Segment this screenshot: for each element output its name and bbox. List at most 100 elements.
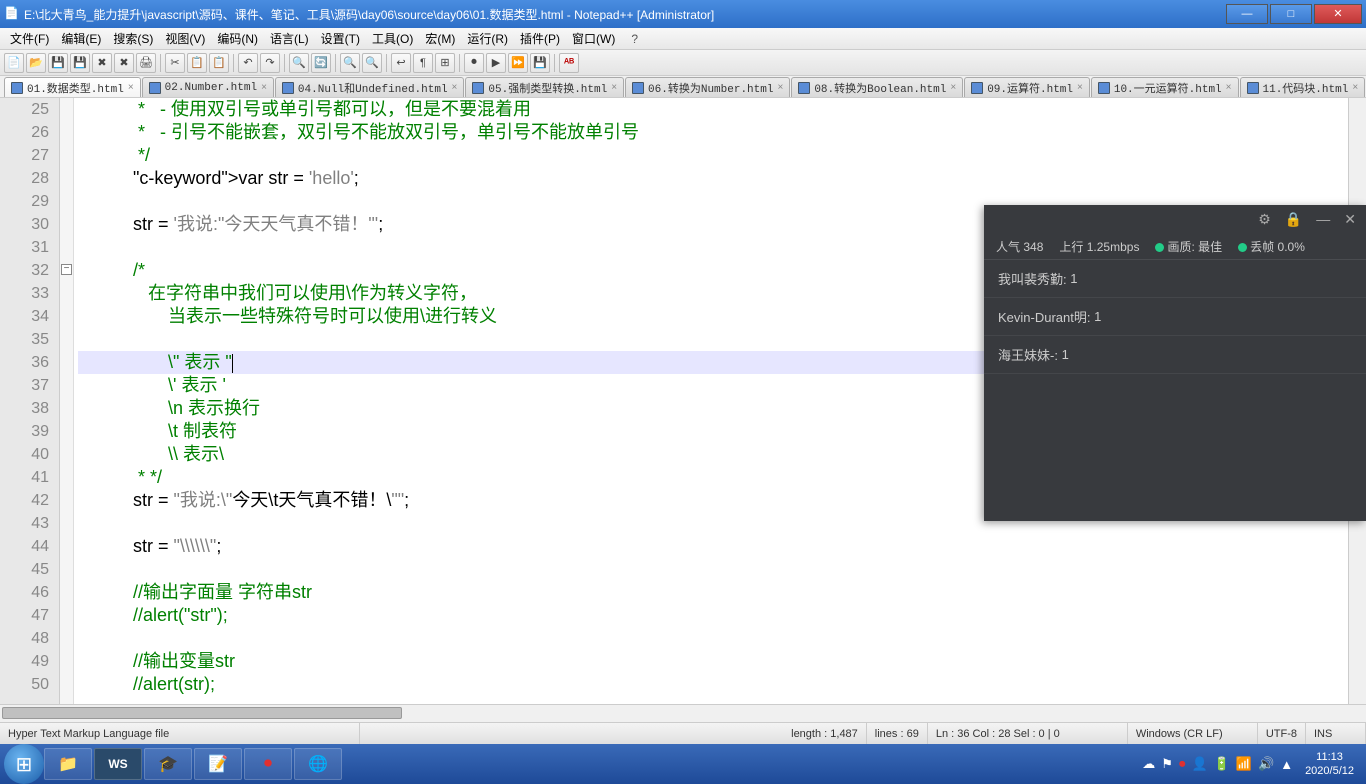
menu-item[interactable]: 编辑(E) [55,30,107,47]
close-all-icon[interactable]: ✖ [114,53,134,73]
taskbar-webstorm-icon[interactable]: WS [94,748,142,780]
replace-icon[interactable]: 🔄 [311,53,331,73]
maximize-button[interactable]: □ [1270,4,1312,24]
tab-close-icon[interactable]: × [1226,82,1232,93]
menu-help[interactable]: ? [625,32,644,46]
file-tab[interactable]: 01.数据类型.html× [4,77,141,97]
code-line[interactable]: str = "\\\\\\"; [78,535,1348,558]
horizontal-scrollbar[interactable] [0,704,1366,722]
tray-record-icon[interactable]: ⏺ [1179,756,1186,772]
taskbar-app-icon[interactable]: 🎓 [144,748,192,780]
file-tab[interactable]: 06.转换为Number.html× [625,77,790,97]
close-icon[interactable]: ✕ [1344,211,1356,228]
tab-close-icon[interactable]: × [1077,82,1083,93]
menu-item[interactable]: 搜索(S) [107,30,159,47]
taskbar-notepadpp-icon[interactable]: 📝 [194,748,242,780]
user-value: 1 [1094,309,1101,324]
close-file-icon[interactable]: ✖ [92,53,112,73]
undo-icon[interactable]: ↶ [238,53,258,73]
open-file-icon[interactable]: 📂 [26,53,46,73]
minimize-icon[interactable]: — [1316,211,1330,227]
word-wrap-icon[interactable]: ↩ [391,53,411,73]
zoom-out-icon[interactable]: 🔍 [362,53,382,73]
menu-item[interactable]: 工具(O) [366,30,419,47]
stat-quality: 画质: 最佳 [1155,238,1222,255]
tab-close-icon[interactable]: × [452,82,458,93]
tray-network-icon[interactable]: 📶 [1236,756,1252,772]
print-icon[interactable]: 🖨 [136,53,156,73]
menu-item[interactable]: 编码(N) [211,30,264,47]
code-line[interactable]: */ [78,144,1348,167]
find-icon[interactable]: 🔍 [289,53,309,73]
fold-toggle-icon[interactable]: − [61,264,72,275]
redo-icon[interactable]: ↷ [260,53,280,73]
macro-play-icon[interactable]: ▶ [486,53,506,73]
paste-icon[interactable]: 📋 [209,53,229,73]
scrollbar-thumb[interactable] [2,707,402,719]
tab-close-icon[interactable]: × [950,82,956,93]
tray-more-icon[interactable]: ▲ [1280,757,1293,772]
code-line[interactable]: //alert(str); [78,673,1348,696]
start-button[interactable]: ⊞ [4,744,44,784]
code-line[interactable]: * - 引号不能嵌套，双引号不能放双引号，单引号不能放单引号 [78,121,1348,144]
tray-user-icon[interactable]: 👤 [1191,756,1207,772]
file-tab[interactable]: 04.Null和Undefined.html× [275,77,464,97]
menu-item[interactable]: 窗口(W) [566,30,621,47]
file-tab[interactable]: 10.一元运算符.html× [1091,77,1239,97]
zoom-in-icon[interactable]: 🔍 [340,53,360,73]
taskbar-record-icon[interactable]: ⏺ [244,748,292,780]
overlay-user-item[interactable]: 我叫裴秀勤: 1 [984,260,1366,298]
file-tab[interactable]: 08.转换为Boolean.html× [791,77,963,97]
show-symbols-icon[interactable]: ¶ [413,53,433,73]
tray-cloud-icon[interactable]: ☁ [1142,756,1155,772]
clock[interactable]: 11:13 2020/5/12 [1305,750,1354,778]
menu-item[interactable]: 宏(M) [419,30,461,47]
code-line[interactable] [78,627,1348,650]
macro-multi-icon[interactable]: ⏩ [508,53,528,73]
tab-close-icon[interactable]: × [261,82,267,93]
menu-item[interactable]: 插件(P) [514,30,566,47]
file-tab[interactable]: 05.强制类型转换.html× [465,77,624,97]
indent-guide-icon[interactable]: ⊞ [435,53,455,73]
file-tab[interactable]: 09.运算符.html× [964,77,1090,97]
menu-item[interactable]: 设置(T) [315,30,366,47]
tray-volume-icon[interactable]: 🔊 [1258,756,1274,772]
code-line[interactable]: //alert("str"); [78,604,1348,627]
close-button[interactable]: ✕ [1314,4,1362,24]
file-tab[interactable]: 11.代码块.html× [1240,77,1366,97]
tab-close-icon[interactable]: × [611,82,617,93]
save-icon[interactable]: 💾 [48,53,68,73]
stat-drop: 丢帧 0.0% [1238,238,1305,255]
new-file-icon[interactable]: 📄 [4,53,24,73]
code-line[interactable]: * - 使用双引号或单引号都可以，但是不要混着用 [78,98,1348,121]
code-line[interactable] [78,558,1348,581]
code-line[interactable]: //输出变量str [78,650,1348,673]
code-line[interactable]: "c-keyword">var str = 'hello'; [78,167,1348,190]
cut-icon[interactable]: ✂ [165,53,185,73]
taskbar-explorer-icon[interactable]: 📁 [44,748,92,780]
macro-save-icon[interactable]: 💾 [530,53,550,73]
gear-icon[interactable]: ⚙ [1258,211,1271,228]
file-tab[interactable]: 02.Number.html× [142,77,274,97]
tray-battery-icon[interactable]: 🔋 [1214,756,1230,772]
code-line[interactable]: //输出字面量 字符串str [78,581,1348,604]
macro-record-icon[interactable]: ⏺ [464,53,484,73]
save-all-icon[interactable]: 💾 [70,53,90,73]
menu-item[interactable]: 语言(L) [264,30,315,47]
minimize-button[interactable]: — [1226,4,1268,24]
lock-icon[interactable]: 🔒 [1285,211,1302,228]
menu-item[interactable]: 视图(V) [159,30,211,47]
menu-item[interactable]: 运行(R) [461,30,514,47]
overlay-user-item[interactable]: Kevin-Durant明: 1 [984,298,1366,336]
menu-item[interactable]: 文件(F) [4,30,55,47]
tab-close-icon[interactable]: × [128,82,134,93]
taskbar-edge-icon[interactable]: 🌐 [294,748,342,780]
tray-flag-icon[interactable]: ⚑ [1161,756,1173,772]
fold-column[interactable]: − [60,98,74,704]
copy-icon[interactable]: 📋 [187,53,207,73]
overlay-user-item[interactable]: 海王妹妹-: 1 [984,336,1366,374]
spell-check-icon[interactable]: ᴬᴮ [559,53,579,73]
tab-close-icon[interactable]: × [1352,82,1358,93]
tab-close-icon[interactable]: × [777,82,783,93]
stat-popularity: 人气 348 [996,238,1043,255]
